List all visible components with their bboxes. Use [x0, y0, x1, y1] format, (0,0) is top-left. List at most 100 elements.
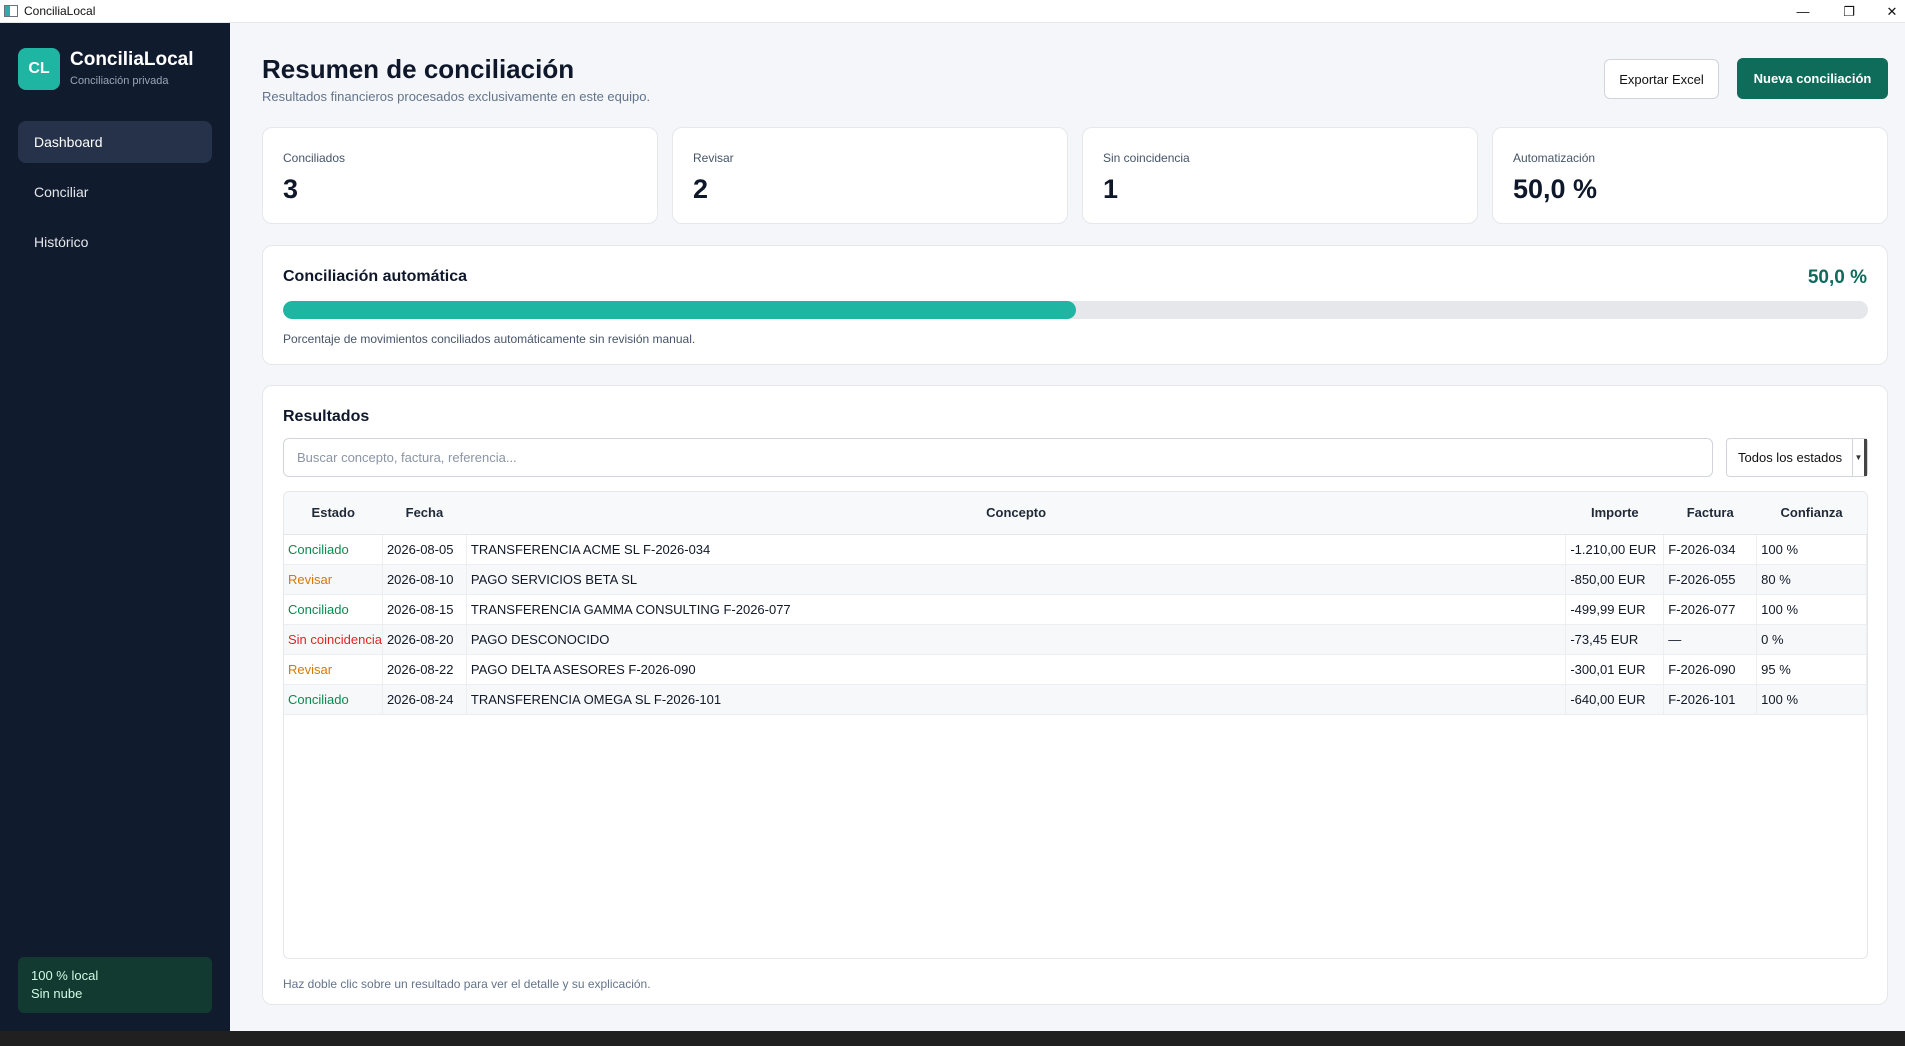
brand-subtitle: Conciliación privada	[70, 75, 169, 87]
chevron-down-icon[interactable]: ▼	[1852, 439, 1867, 476]
amount-cell: -73,45 EUR	[1565, 624, 1665, 655]
concept-cell: TRANSFERENCIA ACME SL F-2026-034	[466, 534, 1567, 565]
auto-reconciliation-card: Conciliación automática 50,0 % Porcentaj…	[262, 245, 1888, 365]
auto-reconciliation-description: Porcentaje de movimientos conciliados au…	[283, 332, 696, 346]
stat-label: Revisar	[693, 151, 734, 165]
stat-card-revisar: Revisar 2	[672, 127, 1068, 224]
export-excel-button[interactable]: Exportar Excel	[1604, 59, 1719, 99]
results-title: Resultados	[283, 408, 370, 425]
window-titlebar: ConciliaLocal — ❐ ✕	[0, 0, 1905, 23]
column-header-concepto[interactable]: Concepto	[466, 492, 1566, 535]
search-input[interactable]	[283, 438, 1713, 477]
close-icon[interactable]: ✕	[1869, 0, 1905, 23]
column-header-factura[interactable]: Factura	[1663, 492, 1757, 535]
concept-cell: PAGO SERVICIOS BETA SL	[466, 564, 1567, 595]
sidebar-item-conciliar[interactable]: Conciliar	[18, 171, 212, 213]
amount-cell: -850,00 EUR	[1565, 564, 1665, 595]
stat-card-conciliados: Conciliados 3	[262, 127, 658, 224]
date-cell: 2026-08-20	[382, 624, 467, 655]
sidebar-item-label: Dashboard	[34, 134, 103, 150]
local-status-line1: 100 % local	[31, 968, 99, 983]
status-cell: Revisar	[284, 654, 383, 685]
results-card: Resultados Todos los estados ▼ Estado Fe…	[262, 385, 1888, 1005]
stat-value: 50,0 %	[1513, 174, 1598, 204]
auto-reconciliation-title: Conciliación automática	[283, 268, 468, 285]
status-filter-value: Todos los estados	[1738, 450, 1843, 465]
stat-card-automatizacion: Automatización 50,0 %	[1492, 127, 1888, 224]
status-cell: Revisar	[284, 564, 383, 595]
date-cell: 2026-08-24	[382, 684, 467, 715]
status-filter-select[interactable]: Todos los estados ▼	[1726, 438, 1868, 477]
status-cell: Sin coincidencia	[284, 624, 383, 655]
invoice-cell: F-2026-090	[1663, 654, 1758, 685]
table-row[interactable]: Conciliado 2026-08-05 TRANSFERENCIA ACME S…	[284, 534, 1867, 565]
sidebar-item-dashboard[interactable]: Dashboard	[18, 121, 212, 163]
date-cell: 2026-08-10	[382, 564, 467, 595]
column-header-fecha[interactable]: Fecha	[382, 492, 467, 535]
sidebar: CL ConciliaLocal Conciliación privada Da…	[0, 23, 230, 1031]
invoice-cell: F-2026-034	[1663, 534, 1758, 565]
column-header-confianza[interactable]: Confianza	[1756, 492, 1867, 535]
sidebar-item-label: Conciliar	[34, 184, 89, 200]
date-cell: 2026-08-22	[382, 654, 467, 685]
local-status-line2: Sin nube	[31, 986, 83, 1001]
stat-value: 1	[1103, 174, 1119, 204]
date-cell: 2026-08-05	[382, 534, 467, 565]
invoice-cell: F-2026-055	[1663, 564, 1758, 595]
taskbar	[0, 1031, 1905, 1046]
table-row[interactable]: Revisar 2026-08-22 PAGO DELTA ASESORES F-2…	[284, 654, 1867, 685]
status-cell: Conciliado	[284, 534, 383, 565]
date-cell: 2026-08-15	[382, 594, 467, 625]
app-logo: CL	[18, 48, 60, 90]
stat-label: Automatización	[1513, 151, 1596, 165]
page-subtitle: Resultados financieros procesados exclus…	[262, 89, 651, 104]
table-row[interactable]: Conciliado 2026-08-24 TRANSFERENCIA OMEGA …	[284, 684, 1867, 715]
local-status-badge: 100 % local Sin nube	[18, 957, 212, 1013]
amount-cell: -1.210,00 EUR	[1565, 534, 1665, 565]
window-title: ConciliaLocal	[24, 4, 96, 18]
page-title: Resumen de conciliación	[262, 54, 575, 84]
confidence-cell: 100 %	[1756, 534, 1867, 565]
confidence-cell: 100 %	[1756, 594, 1867, 625]
main-content: Resumen de conciliación Resultados finan…	[230, 23, 1905, 1031]
invoice-cell: —	[1663, 624, 1758, 655]
stat-value: 2	[693, 174, 709, 204]
stat-card-sin-coincidencia: Sin coincidencia 1	[1082, 127, 1478, 224]
results-table: Estado Fecha Concepto Importe Factura Co…	[283, 491, 1868, 959]
amount-cell: -640,00 EUR	[1565, 684, 1665, 715]
confidence-cell: 80 %	[1756, 564, 1867, 595]
minimize-icon[interactable]: —	[1780, 0, 1826, 23]
invoice-cell: F-2026-101	[1663, 684, 1758, 715]
concept-cell: TRANSFERENCIA OMEGA SL F-2026-101	[466, 684, 1567, 715]
table-row[interactable]: Sin coincidencia 2026-08-20 PAGO DESCONOCI…	[284, 624, 1867, 655]
confidence-cell: 95 %	[1756, 654, 1867, 685]
sidebar-item-historico[interactable]: Histórico	[18, 221, 212, 263]
stat-label: Conciliados	[283, 151, 346, 165]
results-hint: Haz doble clic sobre un resultado para v…	[283, 977, 651, 991]
restore-icon[interactable]: ❐	[1826, 0, 1872, 23]
concept-cell: PAGO DELTA ASESORES F-2026-090	[466, 654, 1567, 685]
status-cell: Conciliado	[284, 684, 383, 715]
stat-value: 3	[283, 174, 299, 204]
amount-cell: -499,99 EUR	[1565, 594, 1665, 625]
app-icon	[4, 5, 18, 17]
concept-cell: PAGO DESCONOCIDO	[466, 624, 1567, 655]
table-row[interactable]: Revisar 2026-08-10 PAGO SERVICIOS BETA SL -…	[284, 564, 1867, 595]
stat-label: Sin coincidencia	[1103, 151, 1190, 165]
progress-bar	[283, 301, 1868, 319]
column-header-importe[interactable]: Importe	[1565, 492, 1664, 535]
confidence-cell: 0 %	[1756, 624, 1867, 655]
sidebar-item-label: Histórico	[34, 234, 89, 250]
amount-cell: -300,01 EUR	[1565, 654, 1665, 685]
brand-name: ConciliaLocal	[70, 49, 194, 70]
table-header-row: Estado Fecha Concepto Importe Factura Co…	[284, 492, 1867, 535]
new-reconciliation-button[interactable]: Nueva conciliación	[1737, 58, 1888, 99]
progress-fill	[283, 301, 1076, 319]
invoice-cell: F-2026-077	[1663, 594, 1758, 625]
auto-reconciliation-percent: 50,0 %	[1807, 267, 1867, 288]
confidence-cell: 100 %	[1756, 684, 1867, 715]
table-row[interactable]: Conciliado 2026-08-15 TRANSFERENCIA GAMMA …	[284, 594, 1867, 625]
column-header-estado[interactable]: Estado	[284, 492, 383, 535]
status-cell: Conciliado	[284, 594, 383, 625]
concept-cell: TRANSFERENCIA GAMMA CONSULTING F-2026-07…	[466, 594, 1567, 625]
